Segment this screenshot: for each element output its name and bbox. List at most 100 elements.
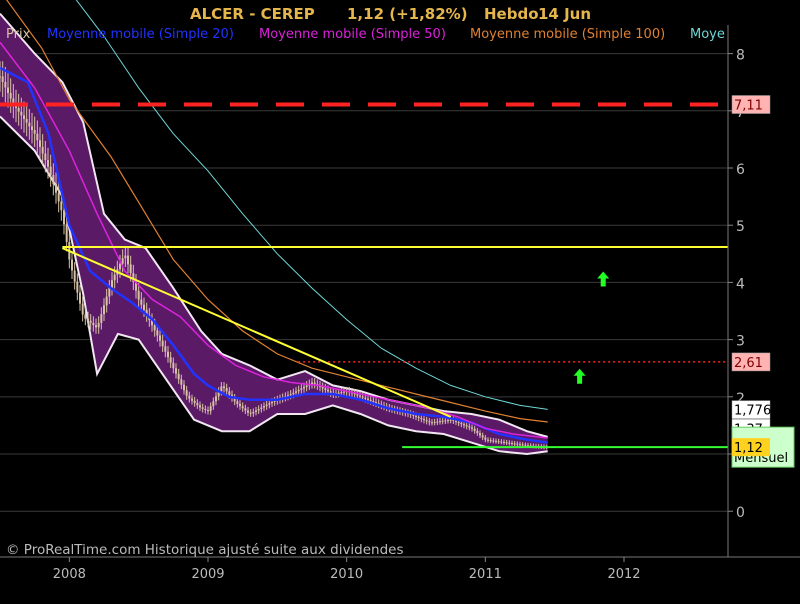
candle-body xyxy=(84,314,87,319)
candle-body xyxy=(209,406,212,412)
candle-body xyxy=(223,386,225,389)
candle-body xyxy=(356,394,359,396)
candle-body xyxy=(36,133,39,141)
chart-title-symbol: ALCER - CEREP xyxy=(190,5,315,23)
candle-body xyxy=(511,443,513,445)
candle-body xyxy=(9,92,12,99)
candle-body xyxy=(239,403,241,407)
candle-body xyxy=(25,119,28,123)
candle-body xyxy=(161,340,164,347)
candle-body xyxy=(105,296,108,306)
candle-body xyxy=(7,87,9,93)
candle-body xyxy=(471,427,473,429)
candle-body xyxy=(265,404,268,407)
candle-body xyxy=(79,292,81,304)
x-tick-label: 2011 xyxy=(469,567,502,582)
candle-body xyxy=(327,389,329,392)
candle-body xyxy=(257,409,260,411)
candle-body xyxy=(505,442,508,444)
candle-body xyxy=(479,433,481,436)
candle-body xyxy=(164,346,167,352)
candle-body xyxy=(260,407,263,410)
candle-body xyxy=(81,303,84,315)
candle-body xyxy=(169,357,172,363)
x-tick-label: 2010 xyxy=(330,567,363,582)
candle-body xyxy=(185,390,188,396)
legend-ma200[interactable]: Moye xyxy=(690,27,725,42)
candle-body xyxy=(292,392,295,395)
candle-body xyxy=(252,411,255,414)
candle-body xyxy=(108,287,111,297)
candle-body xyxy=(244,408,247,411)
candle-body xyxy=(313,382,316,384)
candle-body xyxy=(444,420,447,422)
candle-body xyxy=(500,441,503,443)
candle-body xyxy=(111,280,113,288)
candle-body xyxy=(476,430,479,434)
candle-body xyxy=(92,322,95,326)
bollinger-band xyxy=(0,12,548,456)
candle-body xyxy=(495,440,497,442)
y-tick-label: 4 xyxy=(736,276,745,292)
chart-title-period: Hebdo xyxy=(484,5,539,23)
candle-body xyxy=(39,140,41,147)
price-chart[interactable]: 012345678200820092010201120127,112,611,7… xyxy=(0,0,800,600)
candle-body xyxy=(228,391,231,395)
candle-body xyxy=(436,421,439,423)
ma200-line[interactable] xyxy=(69,0,548,410)
candle-body xyxy=(268,403,271,405)
candle-body xyxy=(249,412,252,414)
candle-body xyxy=(207,410,209,412)
legend-ma100[interactable]: Moyenne mobile (Simple 100) xyxy=(470,27,665,42)
candle-body xyxy=(57,192,60,202)
candle-body xyxy=(460,423,463,425)
candle-body xyxy=(343,391,345,393)
candle-body xyxy=(55,183,57,193)
candle-body xyxy=(159,335,161,341)
candle-body xyxy=(44,153,47,161)
x-tick-label: 2012 xyxy=(607,567,640,582)
candle-body xyxy=(324,388,327,390)
candle-body xyxy=(513,443,516,445)
candle-body xyxy=(124,255,127,259)
candle-body xyxy=(121,258,124,264)
chart-title-date: 14 Jun xyxy=(538,5,591,23)
last-price-label: 1,12 xyxy=(734,441,763,456)
candle-body xyxy=(425,420,428,422)
candle-body xyxy=(420,417,423,420)
candle-body xyxy=(359,395,361,397)
candle-body xyxy=(49,166,52,176)
candle-body xyxy=(300,388,303,390)
candle-body xyxy=(524,444,527,446)
candle-body xyxy=(20,111,23,116)
copyright-note: © ProRealTime.com Historique ajusté suit… xyxy=(6,542,404,558)
legend-ma20[interactable]: Moyenne mobile (Simple 20) xyxy=(47,27,234,42)
candle-body xyxy=(305,385,308,387)
price-badge-label: 1,776 xyxy=(734,404,771,419)
candle-body xyxy=(263,406,265,408)
legend-price[interactable]: Prix xyxy=(6,27,31,42)
candle-body xyxy=(225,388,228,392)
candle-body xyxy=(172,362,175,369)
candle-body xyxy=(153,325,156,331)
candle-body xyxy=(297,389,300,392)
candle-body xyxy=(497,441,500,443)
candle-body xyxy=(33,130,36,134)
legend-ma50[interactable]: Moyenne mobile (Simple 50) xyxy=(259,27,446,42)
candle-body xyxy=(65,224,68,242)
candle-body xyxy=(41,146,44,154)
candle-body xyxy=(433,421,436,423)
chart-root: 012345678200820092010201120127,112,611,7… xyxy=(0,0,800,600)
candle-body xyxy=(255,410,257,412)
candle-body xyxy=(87,318,89,321)
candle-body xyxy=(97,322,100,328)
candle-body xyxy=(489,440,492,442)
y-tick-label: 5 xyxy=(736,219,745,235)
candle-body xyxy=(367,398,369,400)
candle-body xyxy=(468,426,471,428)
up-arrow-icon xyxy=(573,368,586,384)
candle-body xyxy=(329,391,332,393)
candle-body xyxy=(428,421,431,423)
candle-body xyxy=(361,396,364,398)
candle-body xyxy=(247,410,249,413)
